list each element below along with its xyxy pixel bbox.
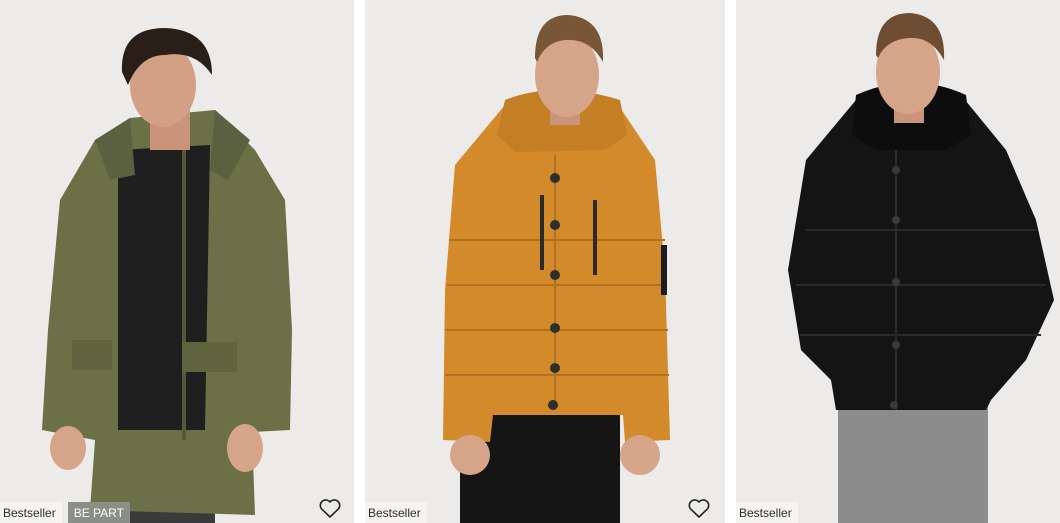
product-image[interactable] (0, 0, 354, 523)
product-image[interactable] (736, 0, 1060, 523)
bestseller-badge: Bestseller (0, 502, 62, 523)
badge-group: Bestseller BE PART (0, 502, 130, 523)
badge-group: Bestseller (365, 502, 427, 523)
heart-outline-icon[interactable] (318, 497, 342, 519)
bestseller-badge: Bestseller (736, 502, 798, 523)
product-card-black-puffer[interactable]: Bestseller (736, 0, 1060, 523)
badge-group: Bestseller (736, 502, 798, 523)
product-card-mustard-puffer[interactable]: Bestseller (365, 0, 725, 523)
product-image[interactable] (365, 0, 725, 523)
bestseller-badge: Bestseller (365, 502, 427, 523)
heart-outline-icon[interactable] (687, 497, 711, 519)
be-part-badge: BE PART (67, 502, 130, 523)
product-card-green-parka[interactable]: Bestseller BE PART (0, 0, 354, 523)
product-grid: Bestseller BE PART Bestseller Bestseller (0, 0, 1060, 523)
